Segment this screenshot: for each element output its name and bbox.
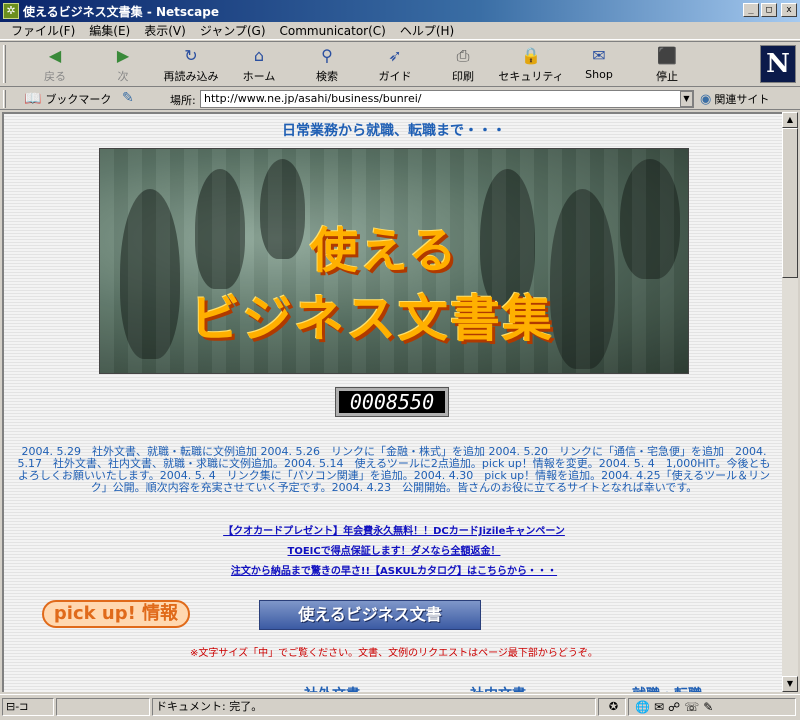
menu-go[interactable]: ジャンプ(G) xyxy=(193,22,273,39)
menu-edit[interactable]: 編集(E) xyxy=(82,22,137,39)
title-bar: ✲ 使えるビジネス文書集 - Netscape _ □ x xyxy=(0,0,800,22)
print-label: 印刷 xyxy=(452,70,474,83)
security-status-icon[interactable]: ✪ xyxy=(598,698,626,716)
business-documents-button[interactable]: 使えるビジネス文書 xyxy=(259,600,481,630)
location-label: 場所: xyxy=(170,94,196,107)
search-icon: ⚲ xyxy=(321,46,333,65)
vertical-scrollbar[interactable]: ▲ ▼ xyxy=(782,112,798,692)
netscape-app-icon[interactable]: ✲ xyxy=(3,3,19,19)
related-sites-button[interactable]: ◉ 関連サイト xyxy=(700,91,769,107)
security-button[interactable]: 🔒 セキュリティ xyxy=(498,46,564,84)
status-bar: ⊟-⊐ ドキュメント: 完了。 ✪ 🌐 ✉ ☍ ☏ ✎ xyxy=(0,694,800,720)
navigation-toolbar: ◀ 戻る ▶ 次 ↻ 再読み込み ⌂ ホーム ⚲ 検索 ➶ ガイド ⎙ 印刷 🔒… xyxy=(0,41,800,87)
home-icon: ⌂ xyxy=(253,46,265,65)
menu-view[interactable]: 表示(V) xyxy=(137,22,193,39)
related-sites-label: 関連サイト xyxy=(714,93,770,106)
page-proxy-icon[interactable]: ✎ xyxy=(122,90,134,106)
reload-label: 再読み込み xyxy=(163,70,219,83)
progress-bar xyxy=(56,698,150,716)
print-icon: ⎙ xyxy=(456,46,470,65)
back-icon: ◀ xyxy=(48,46,62,65)
bookmarks-button[interactable]: 📖 ブックマーク xyxy=(24,91,111,107)
guide-button[interactable]: ➶ ガイド xyxy=(362,46,428,84)
forward-icon: ▶ xyxy=(116,46,130,65)
status-message: ドキュメント: 完了。 xyxy=(152,698,596,716)
print-button[interactable]: ⎙ 印刷 xyxy=(430,46,496,84)
banner-title-line1: 使える xyxy=(310,223,459,279)
category-job-change[interactable]: 就職・転職 xyxy=(632,684,702,692)
hit-counter: 0008550 xyxy=(335,387,449,417)
url-dropdown-button[interactable]: ▼ xyxy=(680,91,693,107)
site-banner: 使える ビジネス文書集 xyxy=(99,148,689,374)
navigator-icon[interactable]: 🌐 xyxy=(635,699,650,715)
promo-link-askul[interactable]: 注文から納品まで驚きの早さ!!【ASKULカタログ】はこちらから・・・ xyxy=(4,562,782,577)
menu-bar: ファイル(F) 編集(E) 表示(V) ジャンプ(G) Communicator… xyxy=(0,22,800,40)
stop-button[interactable]: ⬛ 停止 xyxy=(634,46,700,84)
menu-help[interactable]: ヘルプ(H) xyxy=(393,22,461,39)
shop-label: Shop xyxy=(585,68,613,81)
guide-icon: ➶ xyxy=(388,46,402,65)
stop-icon: ⬛ xyxy=(657,46,677,65)
category-external-docs[interactable]: 社外文書 xyxy=(304,684,360,692)
url-input[interactable]: http://www.ne.jp/asahi/business/bunrei/ xyxy=(200,90,694,108)
category-internal-docs[interactable]: 社内文書 xyxy=(470,684,526,692)
maximize-button[interactable]: □ xyxy=(761,3,777,17)
composer-icon[interactable]: ✎ xyxy=(703,699,713,715)
promo-link-quocard[interactable]: 【クオカードプレゼント】年会費永久無料！！DCカードJizileキャンペーン xyxy=(4,522,782,537)
banner-title-line2: ビジネス文書集 xyxy=(190,290,554,348)
font-size-note: ※文字サイズ「中」でご覧ください。文書、文例のリクエストはページ最下部からどうぞ… xyxy=(190,648,598,659)
page-viewport: 日常業務から就職、転職まで・・・ 使える ビジネス文書集 0008550 200… xyxy=(2,112,782,692)
scroll-thumb[interactable] xyxy=(782,128,798,278)
security-label: セキュリティ xyxy=(498,70,564,83)
minimize-button[interactable]: _ xyxy=(743,3,759,17)
page-tagline: 日常業務から就職、転職まで・・・ xyxy=(282,123,506,139)
back-label: 戻る xyxy=(44,70,66,83)
window-title: 使えるビジネス文書集 - Netscape xyxy=(23,4,219,19)
bookmarks-label: ブックマーク xyxy=(45,93,112,106)
location-grip[interactable] xyxy=(3,90,6,108)
reload-button[interactable]: ↻ 再読み込み xyxy=(158,46,224,84)
lock-icon: 🔒 xyxy=(521,46,541,65)
connection-status-icon[interactable]: ⊟-⊐ xyxy=(2,698,54,716)
menu-file[interactable]: ファイル(F) xyxy=(4,22,82,39)
shop-icon: ✉ xyxy=(592,46,606,65)
mail-icon[interactable]: ✉ xyxy=(654,699,664,715)
forward-button[interactable]: ▶ 次 xyxy=(90,46,156,84)
address-book-icon[interactable]: ☏ xyxy=(684,699,699,715)
location-toolbar: 📖 ブックマーク ✎ 場所: http://www.ne.jp/asahi/bu… xyxy=(0,88,800,110)
menu-communicator[interactable]: Communicator(C) xyxy=(273,24,393,38)
update-news: 2004. 5.29 社外文書、就職・転職に文例追加 2004. 5.26 リン… xyxy=(17,445,771,494)
reload-icon: ↻ xyxy=(184,46,198,65)
pickup-info-button[interactable]: pick up! 情報 xyxy=(42,600,190,628)
toolbar-grip[interactable] xyxy=(3,45,6,83)
search-button[interactable]: ⚲ 検索 xyxy=(294,46,360,84)
scroll-down-button[interactable]: ▼ xyxy=(782,676,798,692)
related-sites-icon: ◉ xyxy=(700,91,712,107)
netscape-logo[interactable]: N xyxy=(760,45,796,83)
home-label: ホーム xyxy=(242,70,276,83)
close-button[interactable]: x xyxy=(781,3,797,17)
window-controls: _ □ x xyxy=(743,3,797,17)
forward-label: 次 xyxy=(117,70,129,83)
guide-label: ガイド xyxy=(378,70,412,83)
home-button[interactable]: ⌂ ホーム xyxy=(226,46,292,84)
bookmark-icon: 📖 xyxy=(24,91,42,107)
newsgroups-icon[interactable]: ☍ xyxy=(668,699,680,715)
stop-label: 停止 xyxy=(656,70,678,83)
component-bar: 🌐 ✉ ☍ ☏ ✎ xyxy=(628,698,796,716)
scroll-up-button[interactable]: ▲ xyxy=(782,112,798,128)
back-button[interactable]: ◀ 戻る xyxy=(22,46,88,84)
promo-link-toeic[interactable]: TOEICで得点保証します！ダメなら全額返金！ xyxy=(4,542,782,557)
shop-button[interactable]: ✉ Shop xyxy=(566,46,632,84)
search-label: 検索 xyxy=(316,70,338,83)
